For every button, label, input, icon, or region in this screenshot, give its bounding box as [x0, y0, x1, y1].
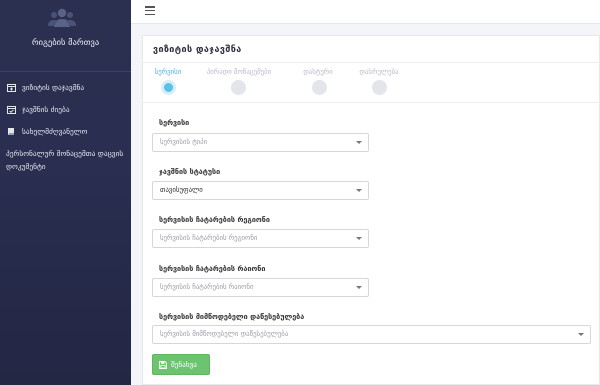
sidebar-title: რიგების მართვა: [31, 38, 100, 48]
caret-down-icon: [356, 141, 362, 144]
sidebar-item-label: ჯავშნის ძიება: [22, 104, 70, 114]
select-value: სერვისის ჩატარების რეგიონი: [160, 234, 258, 242]
step-label: პირადი მონაცემები: [206, 68, 272, 76]
step-completion[interactable]: დასრულება: [351, 68, 407, 95]
step-personal-data[interactable]: პირადი მონაცემები: [198, 68, 280, 95]
caret-down-icon: [578, 333, 584, 336]
institution-select[interactable]: სერვისის მიმწოდებელი დაწესებულება: [152, 325, 591, 344]
step-indicator: [312, 80, 327, 95]
region-select[interactable]: სერვისის ჩატარების რეგიონი: [152, 229, 369, 248]
caret-down-icon: [356, 189, 362, 192]
sidebar-item-data-protection[interactable]: პერსონალურ მონაცემთა დაცვის დოკუმენტი: [6, 147, 126, 173]
booking-card: ვიზიტის დაჯავშნა სერვისი პირადი მონაცემე…: [142, 35, 600, 385]
save-button-label: შენახვა: [171, 360, 197, 369]
step-label: დასრულება: [359, 68, 399, 76]
save-button[interactable]: შენახვა: [152, 354, 210, 375]
institution-label: სერვისის მიმწოდებელი დაწესებულება: [159, 312, 305, 321]
district-select[interactable]: სერვისის ჩატარების რაიონი: [152, 278, 369, 297]
calendar-plus-icon: [6, 82, 16, 92]
divider: [143, 102, 600, 103]
step-indicator: [372, 80, 387, 95]
step-service[interactable]: სერვისი: [148, 68, 188, 95]
step-indicator: [231, 80, 246, 95]
sidebar-header: რიგების მართვა: [0, 0, 131, 72]
page-title: ვიზიტის დაჯავშნა: [153, 45, 242, 55]
calendar-check-icon: [6, 104, 16, 114]
caret-down-icon: [356, 286, 362, 289]
region-label: სერვისის ჩატარების რეგიონი: [159, 215, 270, 224]
floppy-disk-icon: [159, 360, 167, 369]
book-icon: [6, 126, 16, 136]
select-value: სერვისის მიმწოდებელი დაწესებულება: [160, 330, 289, 338]
top-bar: [131, 0, 600, 24]
caret-down-icon: [356, 237, 362, 240]
select-value: სერვისის ჩატარების რაიონი: [160, 283, 254, 291]
divider: [143, 62, 600, 63]
step-label: სერვისი: [154, 68, 182, 76]
step-confirmation[interactable]: დასტური: [295, 68, 341, 95]
users-group-icon: [48, 8, 76, 27]
sidebar-item-label: სახელმძღვანელო: [22, 126, 88, 136]
step-indicator-active: [161, 80, 176, 95]
sidebar: რიგების მართვა ვიზიტის დაჯავშნა ჯავშნის …: [0, 0, 131, 385]
sidebar-item-label: ვიზიტის დაჯავშნა: [22, 82, 85, 92]
select-value: თავისუფალი: [160, 186, 203, 194]
select-value: სერვისის ტიპი: [160, 138, 208, 146]
service-label: სერვისი: [159, 118, 190, 127]
booking-status-label: ჯავშნის სტატუსი: [159, 167, 221, 176]
sidebar-item-search-booking[interactable]: ჯავშნის ძიება: [6, 104, 128, 114]
hamburger-menu-icon[interactable]: [145, 6, 155, 16]
step-label: დასტური: [303, 68, 333, 76]
sidebar-item-manual[interactable]: სახელმძღვანელო: [6, 126, 128, 136]
booking-status-select[interactable]: თავისუფალი: [152, 181, 369, 200]
service-type-select[interactable]: სერვისის ტიპი: [152, 133, 369, 152]
district-label: სერვისის ჩატარების რაიონი: [159, 264, 266, 273]
sidebar-item-book-visit[interactable]: ვიზიტის დაჯავშნა: [6, 82, 128, 92]
